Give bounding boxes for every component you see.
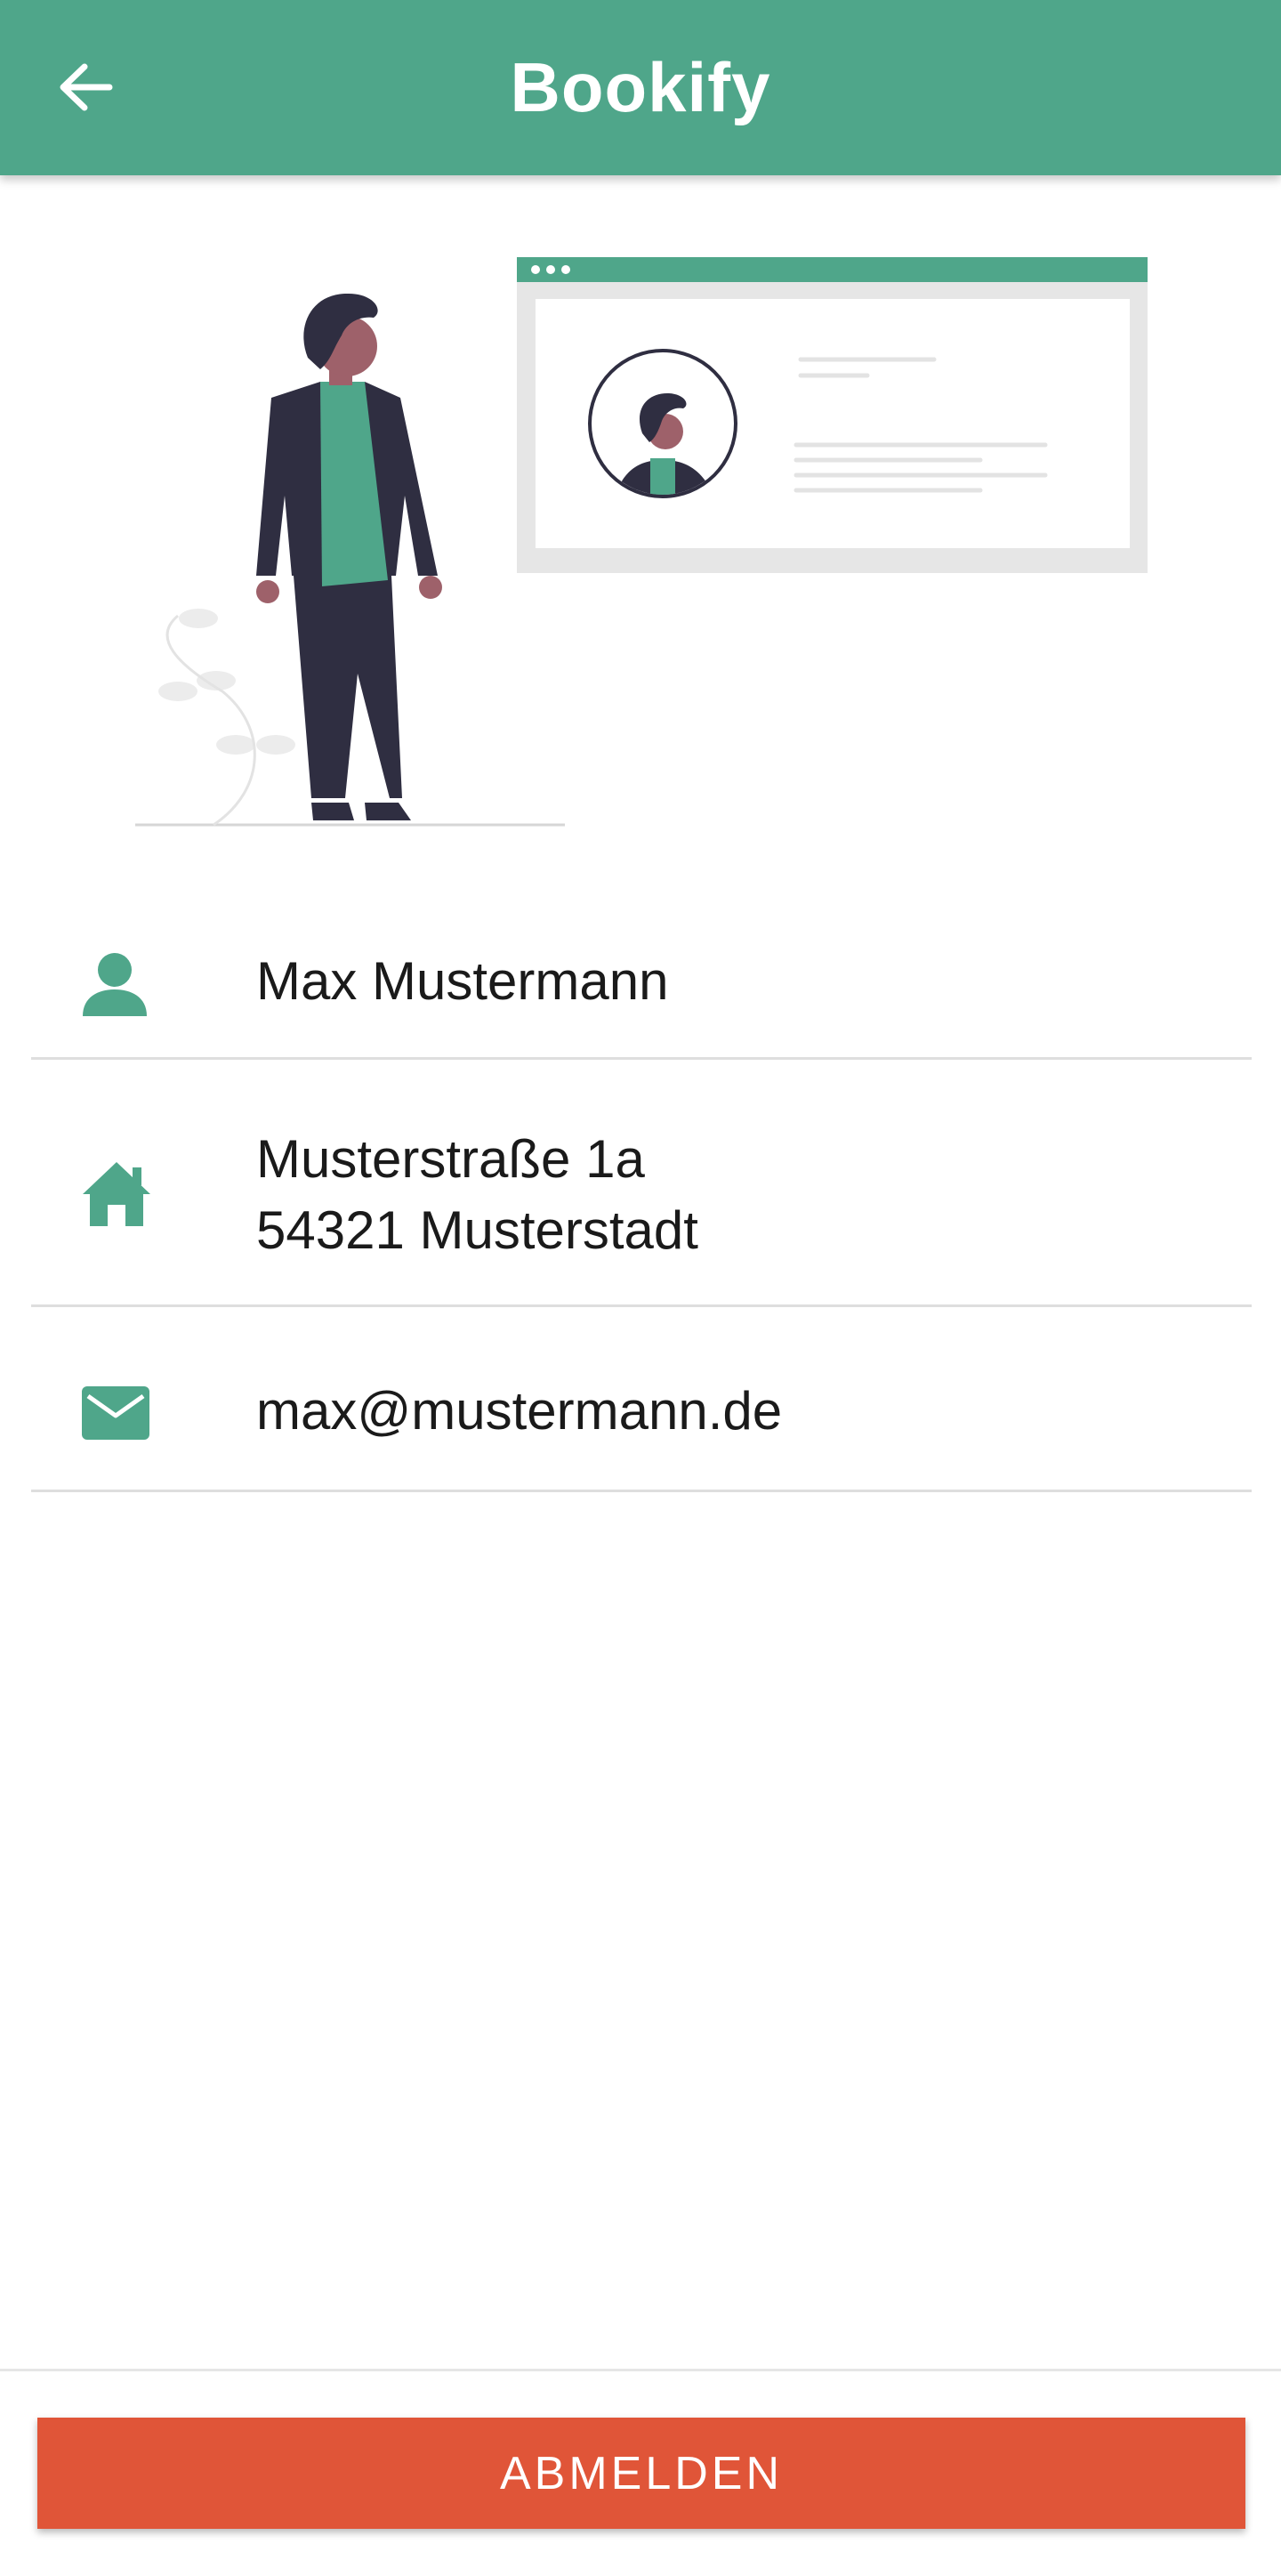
user-name: Max Mustermann: [256, 951, 669, 1011]
profile-illustration: [0, 175, 1281, 852]
mail-icon: [81, 1385, 150, 1445]
email-row: max@mustermann.de: [31, 1307, 1252, 1492]
app-bar: Bookify: [0, 0, 1281, 175]
name-row: Max Mustermann: [31, 854, 1252, 1060]
person-icon: [81, 950, 149, 1022]
app-title: Bookify: [510, 48, 771, 126]
logout-button[interactable]: ABMELDEN: [37, 2418, 1245, 2529]
bottom-bar: ABMELDEN: [0, 2369, 1281, 2576]
address-line-2: 54321 Musterstadt: [256, 1200, 698, 1260]
address-line-1: Musterstraße 1a: [256, 1129, 645, 1189]
user-email: max@mustermann.de: [256, 1381, 783, 1441]
address-row: Musterstraße 1a 54321 Musterstadt: [31, 1060, 1252, 1307]
home-icon: [81, 1160, 152, 1232]
